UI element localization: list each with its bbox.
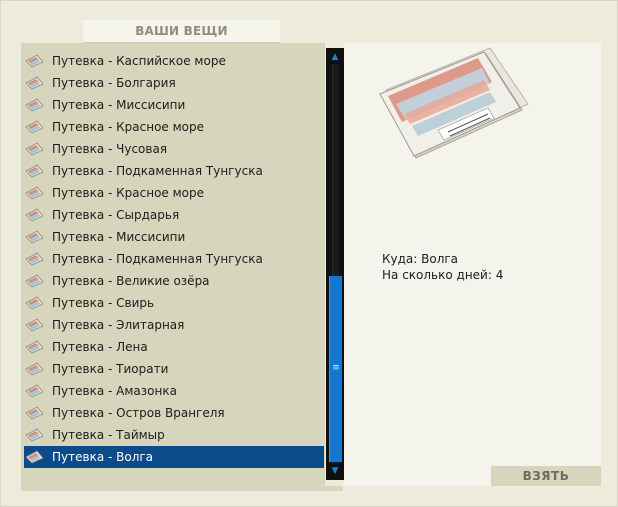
list-item[interactable]: Путевка - Лена: [24, 336, 324, 358]
days-label: На сколько дней: 4: [382, 268, 504, 282]
list-item-label: Путевка - Тиорати: [52, 362, 169, 376]
list-item[interactable]: Путевка - Красное море: [24, 182, 324, 204]
ticket-icon: [25, 208, 44, 222]
list-item[interactable]: Путевка - Чусовая: [24, 138, 324, 160]
list-item-label: Путевка - Каспийское море: [52, 54, 226, 68]
list-item-label: Путевка - Свирь: [52, 296, 155, 310]
list-item-label: Путевка - Миссисипи: [52, 98, 186, 112]
list-item[interactable]: Путевка - Сырдарья: [24, 204, 324, 226]
list-footer: [21, 486, 343, 491]
list-item-label: Путевка - Амазонка: [52, 384, 177, 398]
ticket-icon: [25, 54, 44, 68]
list-scrollbar[interactable]: ▲ ≡ ▼: [326, 48, 344, 480]
list-item-label: Путевка - Лена: [52, 340, 148, 354]
ticket-icon: [25, 384, 44, 398]
list-item-label: Путевка - Волга: [52, 450, 154, 464]
list-item-selected[interactable]: Путевка - Волга: [24, 446, 324, 468]
list-item-label: Путевка - Подкаменная Тунгуска: [52, 164, 263, 178]
list-item-label: Путевка - Чусовая: [52, 142, 168, 156]
ticket-icon: [25, 230, 44, 244]
panel-title: ВАШИ ВЕЩИ: [83, 20, 280, 43]
ticket-icon: [25, 274, 44, 288]
destination-label: Куда: Волга: [382, 252, 459, 266]
items-list: Путевка - Каспийское море Путевка - Болг…: [21, 43, 325, 486]
list-item[interactable]: Путевка - Подкаменная Тунгуска: [24, 248, 324, 270]
list-item-label: Путевка - Красное море: [52, 120, 204, 134]
ticket-icon: [25, 120, 44, 134]
ticket-icon: [25, 362, 44, 376]
scrollbar-thumb[interactable]: ≡: [329, 276, 342, 462]
ticket-icon: [25, 296, 44, 310]
list-item[interactable]: Путевка - Тиорати: [24, 358, 324, 380]
list-item[interactable]: Путевка - Болгария: [24, 72, 324, 94]
list-item[interactable]: Путевка - Каспийское море: [24, 50, 324, 72]
ticket-icon: [25, 76, 44, 90]
list-item-label: Путевка - Сырдарья: [52, 208, 180, 222]
ticket-icon: [25, 428, 44, 442]
list-item[interactable]: Путевка - Остров Врангеля: [24, 402, 324, 424]
list-item[interactable]: Путевка - Элитарная: [24, 314, 324, 336]
list-item-label: Путевка - Красное море: [52, 186, 204, 200]
take-button[interactable]: ВЗЯТЬ: [491, 466, 601, 486]
list-item[interactable]: Путевка - Амазонка: [24, 380, 324, 402]
list-item-label: Путевка - Подкаменная Тунгуска: [52, 252, 263, 266]
ticket-icon: [25, 98, 44, 112]
list-item[interactable]: Путевка - Великие озёра: [24, 270, 324, 292]
list-item-label: Путевка - Миссисипи: [52, 230, 186, 244]
ticket-icon: [25, 142, 44, 156]
list-item-label: Путевка - Великие озёра: [52, 274, 210, 288]
ticket-icon: [25, 318, 44, 332]
list-item[interactable]: Путевка - Подкаменная Тунгуска: [24, 160, 324, 182]
list-item-label: Путевка - Элитарная: [52, 318, 185, 332]
ticket-icon: [25, 164, 44, 178]
list-item-label: Путевка - Таймыр: [52, 428, 165, 442]
ticket-icon: [25, 406, 44, 420]
ticket-icon: [25, 252, 44, 266]
list-item-label: Путевка - Остров Врангеля: [52, 406, 225, 420]
arrow-down-icon[interactable]: ▼: [329, 466, 341, 476]
list-item[interactable]: Путевка - Миссисипи: [24, 94, 324, 116]
list-item[interactable]: Путевка - Таймыр: [24, 424, 324, 446]
list-item[interactable]: Путевка - Красное море: [24, 116, 324, 138]
grip-icon: ≡: [332, 363, 340, 373]
list-item[interactable]: Путевка - Миссисипи: [24, 226, 324, 248]
ticket-icon: [25, 186, 44, 200]
list-item-label: Путевка - Болгария: [52, 76, 176, 90]
list-item[interactable]: Путевка - Свирь: [24, 292, 324, 314]
ticket-icon: [25, 450, 44, 464]
ticket-preview-image: [379, 47, 529, 159]
arrow-up-icon[interactable]: ▲: [329, 52, 341, 62]
ticket-icon: [25, 340, 44, 354]
